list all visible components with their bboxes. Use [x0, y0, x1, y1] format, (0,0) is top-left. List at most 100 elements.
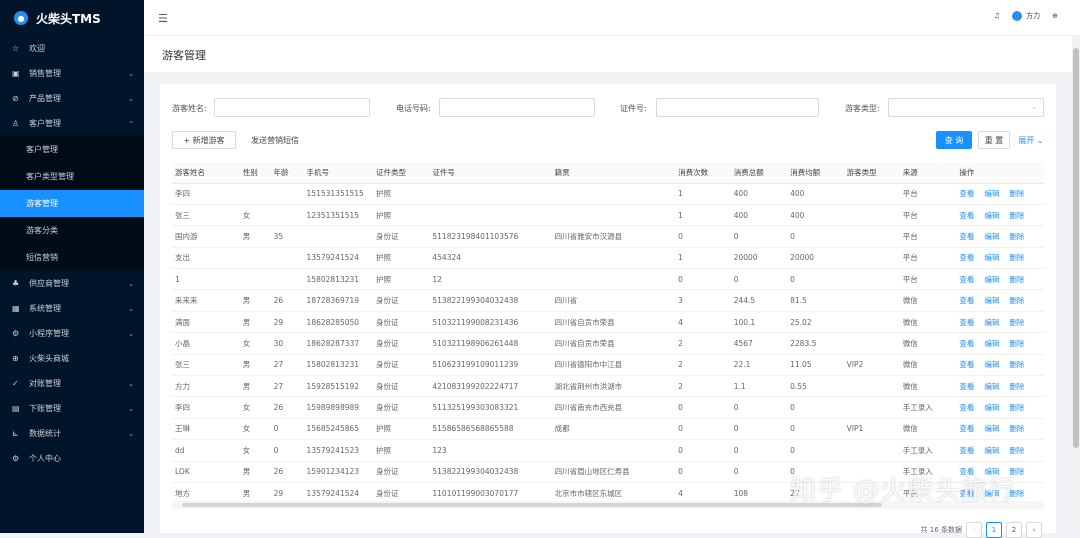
delete-button[interactable]: 删除 — [1009, 211, 1024, 220]
reset-button[interactable]: 重 置 — [978, 131, 1010, 149]
sidebar-item-sub_items-4[interactable]: 短信营销 — [0, 244, 144, 271]
name-filter-label: 游客姓名: — [172, 104, 207, 113]
edit-button[interactable]: 编辑 — [984, 360, 999, 369]
add-visitor-button[interactable]: + 新增游客 — [172, 131, 236, 149]
view-button[interactable]: 查看 — [959, 339, 974, 348]
send-sms-button[interactable]: 发送营销短信 — [242, 131, 308, 149]
user-menu[interactable]: 方力 — [1012, 11, 1040, 21]
table-cell: 3 — [675, 289, 731, 312]
search-button[interactable]: 查 询 — [936, 131, 972, 149]
view-button[interactable]: 查看 — [959, 318, 974, 327]
sidebar-item-bottom_items-3[interactable]: ⊕ 火柴头商城 — [0, 346, 144, 371]
table-cell: 25.02 — [787, 311, 844, 334]
page-2-button[interactable]: 2 — [1006, 522, 1022, 538]
delete-button[interactable]: 删除 — [1009, 446, 1024, 455]
delete-button[interactable]: 删除 — [1009, 275, 1024, 284]
vertical-scrollbar[interactable] — [1072, 36, 1080, 533]
sidebar-item-bottom_items-2[interactable]: ⚙ 小程序管理 ⌄ — [0, 321, 144, 346]
view-button[interactable]: 查看 — [959, 446, 974, 455]
view-button[interactable]: 查看 — [959, 211, 974, 220]
delete-button[interactable]: 删除 — [1009, 339, 1024, 348]
menu-fold-icon[interactable]: ☰ — [158, 12, 168, 25]
table-cell: 王琳 — [172, 418, 240, 441]
sidebar-item-bottom_items-7[interactable]: ⚙ 个人中心 — [0, 446, 144, 471]
id-filter-input[interactable] — [656, 98, 819, 117]
scrollbar-thumb[interactable] — [182, 503, 882, 507]
delete-button[interactable]: 删除 — [1009, 296, 1024, 305]
table-cell: 0 — [270, 439, 304, 462]
app-logo[interactable]: ● 火柴头TMS — [0, 0, 144, 36]
system-icon: ▦ — [12, 304, 20, 313]
table-row: 方力男 27 15928515192 身份证 421083199202224717 湖北省… — [172, 375, 1044, 398]
sidebar-item-bottom_items-1[interactable]: ▦ 系统管理 ⌄ — [0, 296, 144, 321]
table-cell: 0 — [730, 225, 788, 248]
table-cell: 身份证 — [373, 396, 430, 419]
sidebar-item-bottom_items-5[interactable]: ▤ 下账管理 ⌄ — [0, 396, 144, 421]
sidebar-item-items-3[interactable]: ♙ 客户管理 ⌃ — [0, 111, 144, 136]
table-cell: 身份证 — [373, 289, 430, 312]
page-1-button[interactable]: 1 — [986, 522, 1002, 538]
delete-button[interactable]: 删除 — [1009, 189, 1024, 198]
view-button[interactable]: 查看 — [959, 253, 974, 262]
table-cell: 张三 — [172, 204, 240, 227]
chevron-icon: ⌄ — [128, 379, 134, 388]
edit-button[interactable]: 编辑 — [984, 275, 999, 284]
type-filter-select[interactable]: ⌄ — [888, 98, 1044, 117]
delete-button[interactable]: 删除 — [1009, 403, 1024, 412]
edit-button[interactable]: 编辑 — [984, 232, 999, 241]
table-cell-actions: 查看 编辑 删除 — [956, 396, 1044, 419]
column-header: 游客姓名 — [172, 162, 240, 184]
delete-button[interactable]: 删除 — [1009, 253, 1024, 262]
sidebar-item-bottom_items-6[interactable]: ⊾ 数据统计 ⌄ — [0, 421, 144, 446]
statistics-icon: ⊾ — [12, 429, 19, 438]
view-button[interactable]: 查看 — [959, 232, 974, 241]
delete-button[interactable]: 删除 — [1009, 318, 1024, 327]
view-button[interactable]: 查看 — [959, 424, 974, 433]
table-row: 满面男 29 18628285050 身份证 510321199008231436 四川省… — [172, 311, 1044, 334]
table-row: 小晶女 30 18628287337 身份证 510321198906261448 四川省… — [172, 332, 1044, 355]
sidebar-item-items-1[interactable]: ▣ 销售管理 ⌄ — [0, 61, 144, 86]
prev-page-button[interactable]: ‹ — [966, 522, 982, 538]
edit-button[interactable]: 编辑 — [984, 253, 999, 262]
view-button[interactable]: 查看 — [959, 296, 974, 305]
edit-button[interactable]: 编辑 — [984, 211, 999, 220]
phone-filter-input[interactable] — [439, 98, 595, 117]
table-cell-actions: 查看 编辑 删除 — [956, 225, 1044, 248]
edit-button[interactable]: 编辑 — [984, 318, 999, 327]
view-button[interactable]: 查看 — [959, 403, 974, 412]
delete-button[interactable]: 删除 — [1009, 232, 1024, 241]
delete-button[interactable]: 删除 — [1009, 382, 1024, 391]
sidebar-item-sub_items-0[interactable]: 客户管理 — [0, 136, 144, 163]
sidebar-item-sub_items-2[interactable]: 游客管理 — [0, 190, 144, 217]
table-cell: 0 — [787, 418, 844, 441]
sidebar-item-bottom_items-0[interactable]: ♣ 供应商管理 ⌄ — [0, 271, 144, 296]
view-button[interactable]: 查看 — [959, 275, 974, 284]
sidebar-item-sub_items-3[interactable]: 游客分类 — [0, 217, 144, 244]
delete-button[interactable]: 删除 — [1009, 360, 1024, 369]
name-filter-input[interactable] — [214, 98, 370, 117]
edit-button[interactable]: 编辑 — [984, 339, 999, 348]
edit-button[interactable]: 编辑 — [984, 296, 999, 305]
table-cell — [239, 247, 271, 270]
edit-button[interactable]: 编辑 — [984, 424, 999, 433]
edit-button[interactable]: 编辑 — [984, 446, 999, 455]
avatar — [1012, 11, 1023, 21]
expand-filters-link[interactable]: 展开 ⌄ — [1016, 131, 1046, 149]
view-button[interactable]: 查看 — [959, 382, 974, 391]
view-button[interactable]: 查看 — [959, 189, 974, 198]
edit-button[interactable]: 编辑 — [984, 382, 999, 391]
sidebar-item-sub_items-1[interactable]: 客户类型管理 — [0, 163, 144, 190]
table-cell: 男 — [239, 289, 271, 312]
sidebar-item-items-2[interactable]: ⊘ 产品管理 ⌄ — [0, 86, 144, 111]
vertical-scrollbar-thumb[interactable] — [1073, 48, 1079, 448]
delete-button[interactable]: 删除 — [1009, 424, 1024, 433]
view-button[interactable]: 查看 — [959, 360, 974, 369]
sidebar-item-items-0[interactable]: ☆ 欢迎 — [0, 36, 144, 61]
next-page-button[interactable]: › — [1026, 522, 1042, 538]
globe-icon[interactable]: ⊕ — [1052, 12, 1058, 20]
sidebar-item-bottom_items-4[interactable]: ✓ 对账管理 ⌄ — [0, 371, 144, 396]
edit-button[interactable]: 编辑 — [984, 403, 999, 412]
bell-icon[interactable]: ♫ — [994, 12, 1000, 20]
edit-button[interactable]: 编辑 — [984, 189, 999, 198]
table-cell: 0 — [675, 418, 731, 441]
